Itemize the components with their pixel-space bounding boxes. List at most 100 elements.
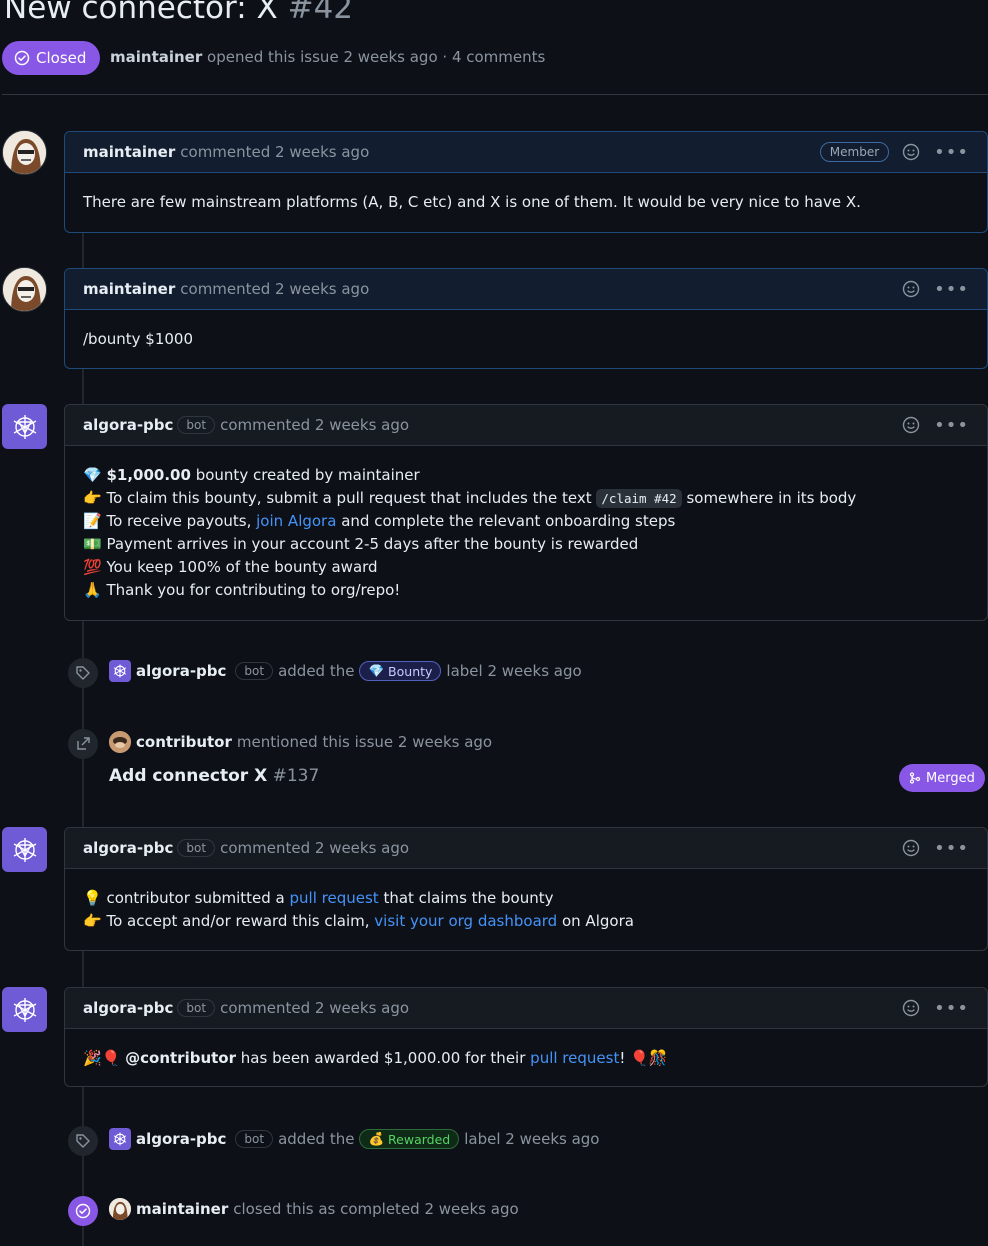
pointing-hand-icon: 👉 <box>83 912 102 930</box>
accept-claim-line: 👉 To accept and/or reward this claim, vi… <box>83 912 634 930</box>
referenced-pr[interactable]: Add connector X #137 <box>109 766 319 786</box>
bot-badge: bot <box>177 839 216 857</box>
hundred-icon: 💯 <box>83 558 102 576</box>
issue-title: New connector: X #42 <box>4 0 353 28</box>
pray-icon: 🙏 <box>83 581 102 599</box>
event-actor[interactable]: contributor <box>136 733 232 751</box>
event-mention: contributor mentioned this issue 2 weeks… <box>109 731 492 753</box>
comment-timestamp[interactable]: commented 2 weeks ago <box>180 143 369 161</box>
kebab-menu-icon[interactable]: ••• <box>934 838 969 859</box>
maintainer-avatar[interactable] <box>2 130 47 175</box>
header-divider <box>2 94 988 95</box>
member-badge: Member <box>819 142 890 162</box>
maintainer-mini-avatar[interactable] <box>109 1198 131 1220</box>
algora-bot-mini-avatar[interactable] <box>109 660 131 682</box>
smiley-icon[interactable] <box>902 280 920 298</box>
tag-icon <box>68 658 98 688</box>
algora-bot-avatar[interactable] <box>2 404 47 449</box>
merged-badge: Merged <box>899 764 985 792</box>
comment-body: 🎉🎈 @contributor has been awarded $1,000.… <box>65 1029 987 1084</box>
payout-line: 📝 To receive payouts, join Algora and co… <box>83 512 676 530</box>
comment-author[interactable]: algora-pbc <box>83 839 173 857</box>
issue-state-label: Closed <box>36 49 87 67</box>
contributor-avatar[interactable] <box>109 731 131 753</box>
issue-title-text: New connector: X <box>4 0 278 26</box>
event-actor[interactable]: algora-pbc <box>136 1130 226 1148</box>
claim-submitted-line: 💡 contributor submitted a pull request t… <box>83 889 554 907</box>
smiley-icon[interactable] <box>902 999 920 1017</box>
closed-check-icon <box>14 50 30 66</box>
bounty-created-line: 💎 $1,000.00 bounty created by maintainer <box>83 466 420 484</box>
bot-badge: bot <box>235 1130 274 1148</box>
comment-author[interactable]: algora-pbc <box>83 999 173 1017</box>
join-algora-link[interactable]: join Algora <box>256 512 336 530</box>
bot-badge: bot <box>235 662 274 680</box>
comment-timestamp[interactable]: commented 2 weeks ago <box>220 416 409 434</box>
contributor-mention[interactable]: @contributor <box>125 1049 236 1067</box>
comment-timestamp[interactable]: commented 2 weeks ago <box>220 999 409 1017</box>
comment-5: algora-pbc bot commented 2 weeks ago •••… <box>64 987 988 1087</box>
comment-2: maintainer commented 2 weeks ago ••• /bo… <box>64 268 988 369</box>
bot-badge: bot <box>177 999 216 1017</box>
kebab-menu-icon[interactable]: ••• <box>934 142 969 163</box>
rewarded-label[interactable]: 💰 Rewarded <box>359 1129 460 1149</box>
claim-code: /claim #42 <box>596 489 682 508</box>
gem-icon: 💎 <box>368 663 385 678</box>
comment-author[interactable]: maintainer <box>83 280 175 298</box>
issue-number: #42 <box>287 0 354 26</box>
comment-author[interactable]: maintainer <box>83 143 175 161</box>
comment-header: maintainer commented 2 weeks ago ••• <box>65 269 987 310</box>
event-actor[interactable]: maintainer <box>136 1200 228 1218</box>
pointing-hand-icon: 👉 <box>83 489 102 507</box>
lightbulb-icon: 💡 <box>83 889 102 907</box>
comment-body: 💡 contributor submitted a pull request t… <box>65 869 987 947</box>
algora-bot-avatar[interactable] <box>2 987 47 1032</box>
issue-state-badge: Closed <box>2 41 101 75</box>
gem-icon: 💎 <box>83 466 102 484</box>
balloon-icon: 🎈🎊 <box>630 1049 668 1067</box>
merge-icon <box>909 772 921 784</box>
smiley-icon[interactable] <box>902 416 920 434</box>
issue-author-link[interactable]: maintainer <box>110 48 202 66</box>
maintainer-avatar[interactable] <box>2 267 47 312</box>
issue-opened-text: opened this issue 2 weeks ago · 4 commen… <box>207 48 546 66</box>
money-icon: 💵 <box>83 535 102 553</box>
award-line: 🎉🎈 @contributor has been awarded $1,000.… <box>83 1049 668 1067</box>
pr-title[interactable]: Add connector X <box>109 766 267 786</box>
algora-bot-avatar[interactable] <box>2 827 47 872</box>
comment-header: maintainer commented 2 weeks ago Member … <box>65 132 987 173</box>
comment-header: algora-pbc bot commented 2 weeks ago ••• <box>65 988 987 1029</box>
comment-4: algora-pbc bot commented 2 weeks ago •••… <box>64 827 988 951</box>
bounty-label[interactable]: 💎 Bounty <box>359 661 442 681</box>
cross-reference-icon <box>68 729 98 759</box>
comment-timestamp[interactable]: commented 2 weeks ago <box>180 280 369 298</box>
pull-request-link[interactable]: pull request <box>530 1049 619 1067</box>
money-bag-icon: 💰 <box>368 1131 385 1146</box>
kebab-menu-icon[interactable]: ••• <box>934 279 969 300</box>
pr-number: #137 <box>272 766 320 786</box>
comment-author[interactable]: algora-pbc <box>83 416 173 434</box>
keep-line: 💯 You keep 100% of the bounty award <box>83 558 378 576</box>
event-closed: maintainer closed this as completed 2 we… <box>109 1198 519 1220</box>
pull-request-link[interactable]: pull request <box>290 889 379 907</box>
comment-header: algora-pbc bot commented 2 weeks ago ••• <box>65 405 987 446</box>
tag-icon <box>68 1126 98 1156</box>
comment-3: algora-pbc bot commented 2 weeks ago •••… <box>64 404 988 621</box>
algora-bot-mini-avatar[interactable] <box>109 1128 131 1150</box>
bounty-amount: $1,000.00 <box>106 466 191 484</box>
comment-text: There are few mainstream platforms (A, B… <box>83 193 861 211</box>
kebab-menu-icon[interactable]: ••• <box>934 415 969 436</box>
smiley-icon[interactable] <box>902 143 920 161</box>
event-bounty-label: algora-pbc bot added the 💎 Bounty label … <box>109 660 582 682</box>
comment-text: /bounty $1000 <box>83 330 194 348</box>
event-rewarded-label: algora-pbc bot added the 💰 Rewarded labe… <box>109 1128 599 1150</box>
memo-icon: 📝 <box>83 512 102 530</box>
org-dashboard-link[interactable]: visit your org dashboard <box>374 912 557 930</box>
kebab-menu-icon[interactable]: ••• <box>934 998 969 1019</box>
comment-header: algora-pbc bot commented 2 weeks ago ••• <box>65 828 987 869</box>
comment-timestamp[interactable]: commented 2 weeks ago <box>220 839 409 857</box>
smiley-icon[interactable] <box>902 839 920 857</box>
comment-body: 💎 $1,000.00 bounty created by maintainer… <box>65 446 987 616</box>
event-actor[interactable]: algora-pbc <box>136 662 226 680</box>
comment-body: There are few mainstream platforms (A, B… <box>65 173 987 228</box>
